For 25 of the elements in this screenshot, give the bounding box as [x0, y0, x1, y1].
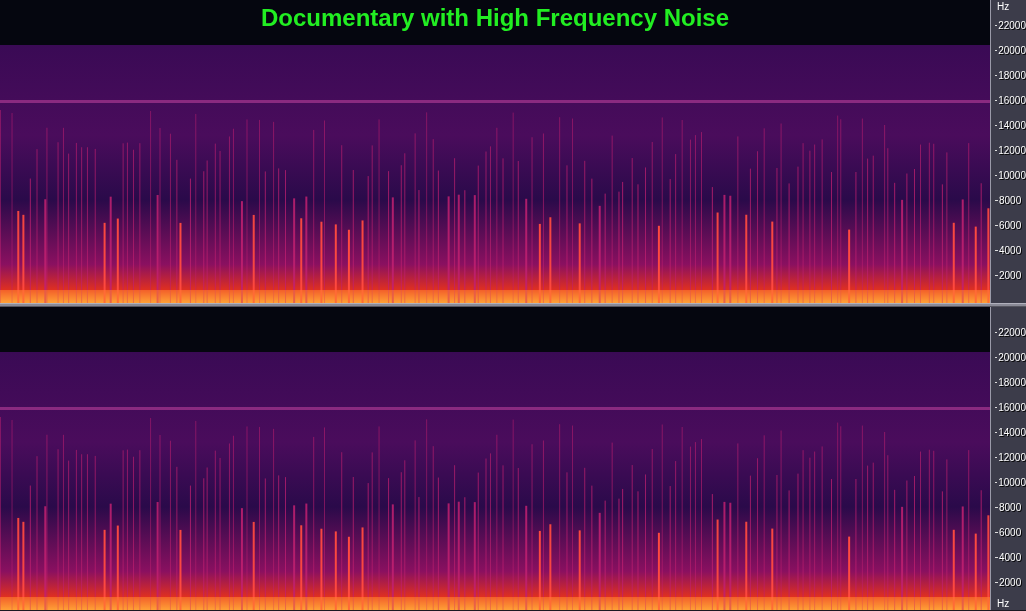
axis-unit: Hz	[996, 597, 1011, 610]
axis-tick-label: 12000	[991, 445, 1026, 470]
axis-tick-label: 2000	[991, 570, 1026, 595]
axis-tick-label: 14000	[991, 113, 1026, 138]
axis-unit: Hz	[996, 0, 1011, 13]
axis-tick-label: 14000	[991, 420, 1026, 445]
axis-tick-label: 6000	[991, 520, 1026, 545]
axis-tick-label: 16000	[991, 88, 1026, 113]
axis-tick-label: 8000	[991, 495, 1026, 520]
axis-tick-label: 22000	[991, 320, 1026, 345]
axis-tick-label: 6000	[991, 213, 1026, 238]
title: Documentary with High Frequency Noise	[260, 4, 730, 31]
axis-tick-label: 4000	[991, 238, 1026, 263]
axis-tick-label: 10000	[991, 470, 1026, 495]
axis-tick-label: 8000	[991, 188, 1026, 213]
axis-tick-label: 12000	[991, 138, 1026, 163]
axis-tick-label: 16000	[991, 395, 1026, 420]
axis-tick-label: 18000	[991, 63, 1026, 88]
axis-tick-label: 20000	[991, 345, 1026, 370]
axis-tick-label: 18000	[991, 370, 1026, 395]
axis-tick-label: 2000	[991, 263, 1026, 288]
axis-tick-label: 4000	[991, 545, 1026, 570]
axis-tick-label: 20000	[991, 38, 1026, 63]
axis-tick-label: 22000	[991, 13, 1026, 38]
axis-tick-label: 10000	[991, 163, 1026, 188]
